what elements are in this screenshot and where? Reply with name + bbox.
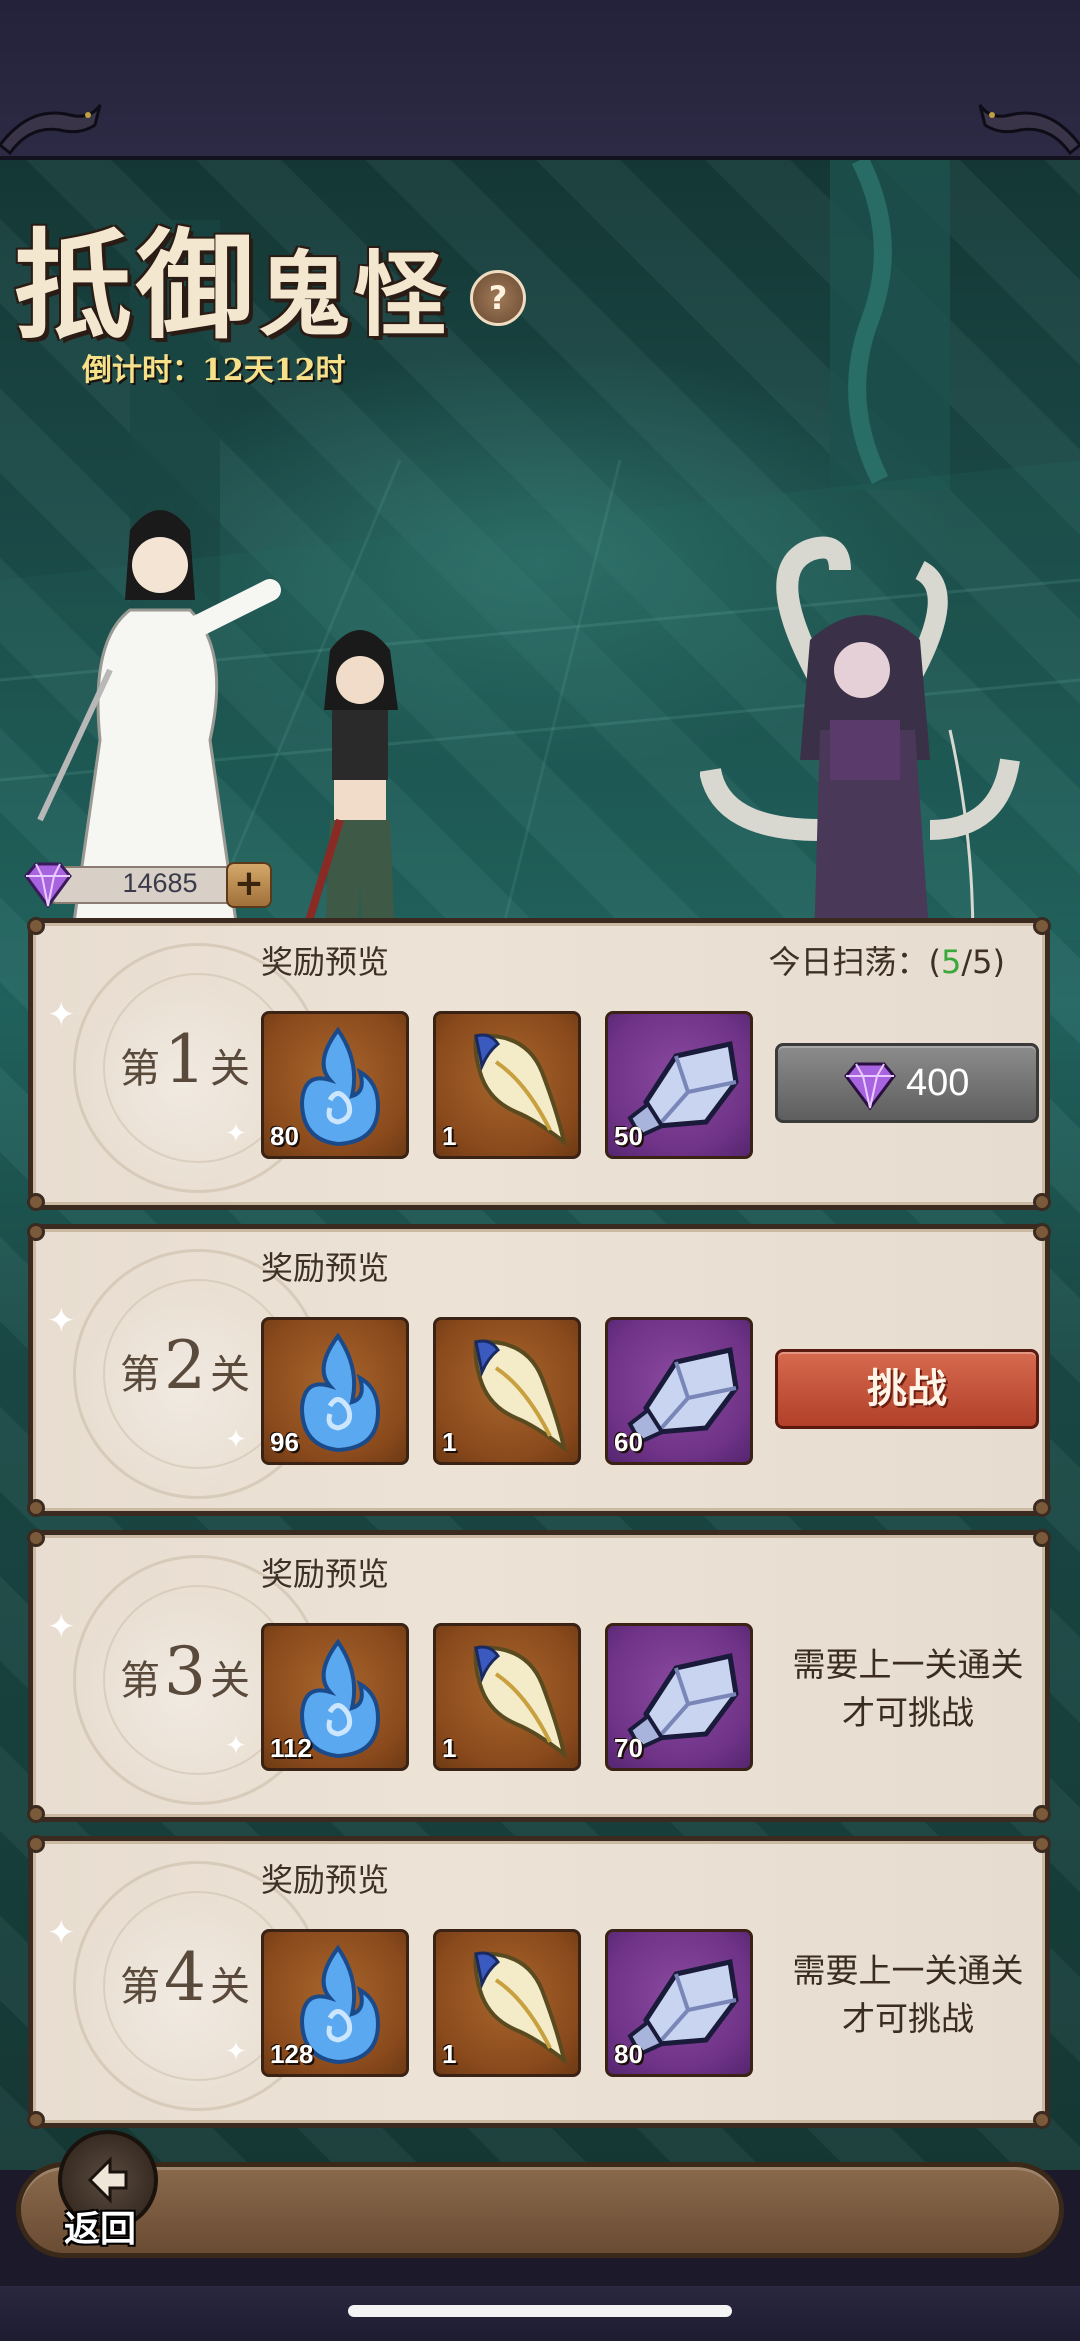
- stage-card-1: ✦ ✦ 第1 关 奖励预览 今日扫荡：(5/5) 80 1 50 400: [27, 917, 1051, 1211]
- reward-item[interactable]: 80: [261, 1011, 409, 1159]
- gem-balance: 14685: [122, 868, 198, 898]
- stage-card-3: ✦ ✦ 第3 关 奖励预览 112 1 70 需要上一关通关 才可挑战: [27, 1529, 1051, 1823]
- corner-rivet: [27, 1193, 45, 1211]
- corner-rivet: [1033, 1805, 1051, 1823]
- stage-number-label: 第3 关: [120, 1633, 250, 1710]
- sparkle-icon: ✦: [47, 995, 76, 1035]
- corner-rivet: [27, 917, 45, 935]
- corner-rivet: [1033, 1529, 1051, 1547]
- add-gems-button[interactable]: +: [226, 862, 272, 908]
- corner-rivet: [27, 1805, 45, 1823]
- sparkle-icon: ✦: [225, 1731, 247, 1761]
- claw-fang-icon: [473, 1645, 568, 1759]
- sparkle-icon: ✦: [47, 1607, 76, 1647]
- corner-rivet: [1033, 1499, 1051, 1517]
- reward-count: 128: [270, 2039, 314, 2069]
- corner-rivet: [1033, 1193, 1051, 1211]
- reward-item[interactable]: 80: [605, 1929, 753, 2077]
- corner-rivet: [1033, 1835, 1051, 1853]
- serpent-ornament-icon: [0, 104, 102, 155]
- reward-item[interactable]: 112: [261, 1623, 409, 1771]
- reward-count: 1: [442, 1427, 457, 1457]
- corner-rivet: [1033, 917, 1051, 935]
- corner-rivet: [1033, 1223, 1051, 1241]
- sparkle-icon: ✦: [225, 1119, 247, 1149]
- reward-item[interactable]: 96: [261, 1317, 409, 1465]
- back-label[interactable]: 返回: [64, 2200, 136, 2252]
- reward-count: 80: [614, 2039, 643, 2069]
- stage-card-2: ✦ ✦ 第2 关 奖励预览 96 1 60 挑战: [27, 1223, 1051, 1517]
- corner-rivet: [27, 2111, 45, 2129]
- reward-preview-label: 奖励预览: [261, 1555, 390, 1593]
- stage-card-4: ✦ ✦ 第4 关 奖励预览 128 1 80 需要上一关通关 才可挑战: [27, 1835, 1051, 2129]
- bottom-nav-bar: [16, 2162, 1064, 2258]
- reward-count: 1: [442, 2039, 457, 2069]
- reward-count: 50: [614, 1121, 643, 1151]
- reward-item[interactable]: 128: [261, 1929, 409, 2077]
- claw-fang-icon: [473, 1951, 568, 2065]
- corner-rivet: [27, 1835, 45, 1853]
- stage-number-label: 第4 关: [120, 1939, 250, 2016]
- question-mark-icon: ?: [488, 279, 508, 317]
- corner-rivet: [27, 1529, 45, 1547]
- reward-item[interactable]: 70: [605, 1623, 753, 1771]
- purple-diamond-icon: [844, 1062, 896, 1111]
- reward-preview-label: 奖励预览: [261, 943, 390, 981]
- sparkle-icon: ✦: [47, 1301, 76, 1341]
- event-title: 抵御鬼怪: [14, 216, 451, 355]
- reward-count: 70: [614, 1733, 643, 1763]
- claw-fang-icon: [473, 1033, 568, 1147]
- corner-rivet: [1033, 2111, 1051, 2129]
- sweep-cost: 400: [906, 1062, 970, 1104]
- reward-item[interactable]: 1: [433, 1929, 581, 2077]
- daily-sweep-counter: 今日扫荡：(5/5): [768, 943, 1005, 981]
- gem-currency-bar: 14685 +: [20, 860, 272, 910]
- reward-count: 112: [270, 1733, 312, 1763]
- corner-rivet: [27, 1223, 45, 1241]
- countdown-timer: 倒计时：12天12时: [82, 353, 346, 388]
- reward-count: 96: [270, 1427, 299, 1457]
- corner-rivet: [27, 1499, 45, 1517]
- home-indicator[interactable]: [348, 2305, 732, 2317]
- sparkle-icon: ✦: [225, 2037, 247, 2067]
- reward-item[interactable]: 1: [433, 1317, 581, 1465]
- reward-item[interactable]: 50: [605, 1011, 753, 1159]
- stage-number-label: 第2 关: [120, 1327, 250, 1404]
- challenge-button[interactable]: 挑战: [775, 1349, 1039, 1429]
- locked-stage-notice: 需要上一关通关 才可挑战: [792, 1951, 1024, 2038]
- reward-item[interactable]: 1: [433, 1011, 581, 1159]
- reward-preview-label: 奖励预览: [261, 1249, 390, 1287]
- serpent-ornament-icon: [978, 104, 1080, 155]
- reward-count: 80: [270, 1121, 299, 1151]
- reward-item[interactable]: 60: [605, 1317, 753, 1465]
- help-button[interactable]: ?: [470, 270, 526, 326]
- top-bar: [0, 0, 1080, 160]
- locked-stage-notice: 需要上一关通关 才可挑战: [792, 1645, 1024, 1732]
- stage-number-label: 第1 关: [120, 1021, 250, 1098]
- reward-count: 1: [442, 1121, 457, 1151]
- claw-fang-icon: [473, 1339, 568, 1453]
- reward-count: 1: [442, 1733, 457, 1763]
- sparkle-icon: ✦: [47, 1913, 76, 1953]
- purple-diamond-icon: [24, 862, 72, 909]
- sweep-button[interactable]: 400: [775, 1043, 1039, 1123]
- sparkle-icon: ✦: [225, 1425, 247, 1455]
- reward-count: 60: [614, 1427, 643, 1457]
- reward-preview-label: 奖励预览: [261, 1861, 390, 1899]
- reward-item[interactable]: 1: [433, 1623, 581, 1771]
